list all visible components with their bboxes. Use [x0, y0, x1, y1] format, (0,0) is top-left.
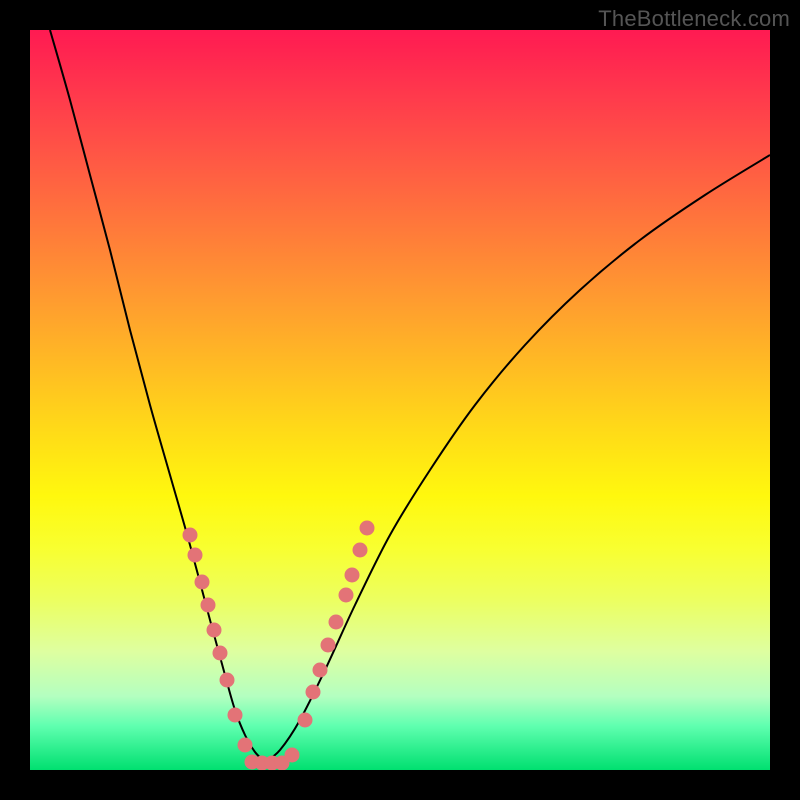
- marker-dots: [183, 521, 375, 771]
- marker-dot: [183, 528, 198, 543]
- marker-dot: [298, 713, 313, 728]
- marker-dot: [345, 568, 360, 583]
- marker-dot: [329, 615, 344, 630]
- marker-dot: [321, 638, 336, 653]
- marker-dot: [213, 646, 228, 661]
- left-curve: [50, 30, 265, 762]
- chart-frame: TheBottleneck.com: [0, 0, 800, 800]
- marker-dot: [313, 663, 328, 678]
- marker-dot: [339, 588, 354, 603]
- marker-dot: [207, 623, 222, 638]
- right-curve: [265, 155, 770, 762]
- watermark-text: TheBottleneck.com: [598, 6, 790, 32]
- chart-svg: [30, 30, 770, 770]
- marker-dot: [220, 673, 235, 688]
- marker-dot: [188, 548, 203, 563]
- marker-dot: [228, 708, 243, 723]
- marker-dot: [195, 575, 210, 590]
- marker-dot: [238, 738, 253, 753]
- marker-dot: [360, 521, 375, 536]
- marker-dot: [285, 748, 300, 763]
- plot-area: [30, 30, 770, 770]
- marker-dot: [353, 543, 368, 558]
- marker-dot: [201, 598, 216, 613]
- marker-dot: [306, 685, 321, 700]
